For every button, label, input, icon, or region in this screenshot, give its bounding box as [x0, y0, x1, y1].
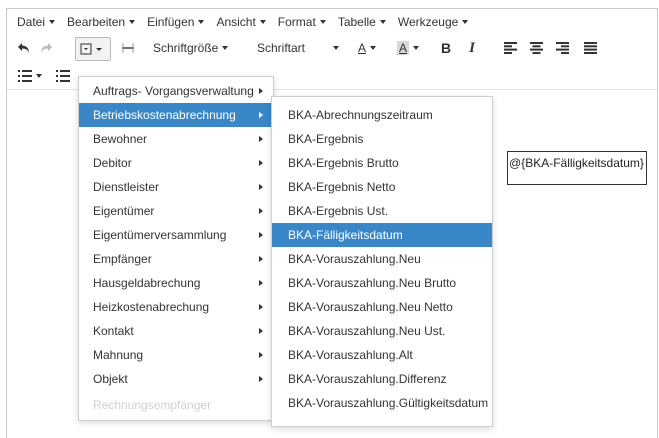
menu-item-label: Auftrags- Vorgangsverwaltung: [93, 84, 254, 98]
menu-item-rechnungsempfaenger[interactable]: Rechnungsempfänger: [79, 393, 273, 417]
menu-item-mahnung[interactable]: Mahnung: [79, 343, 273, 367]
undo-icon: [18, 43, 29, 53]
chevron-right-icon: [259, 280, 263, 286]
menu-item-label: Mahnung: [93, 348, 144, 362]
menu-item-auftrags-vorgangsverwaltung[interactable]: Auftrags- Vorgangsverwaltung: [79, 79, 273, 103]
menu-item-label: Empfänger: [93, 252, 152, 266]
menu-item-bka-ergebnis[interactable]: BKA-Ergebnis: [272, 127, 492, 151]
chevron-right-icon: [259, 328, 263, 334]
menu-item-label: Rechnungsempfänger: [93, 398, 212, 412]
menu-item-dienstleister[interactable]: Dienstleister: [79, 175, 273, 199]
menu-item-bka-vorauszahlung-neu-brutto[interactable]: BKA-Vorauszahlung.Neu Brutto: [272, 271, 492, 295]
text-color-button[interactable]: A: [353, 37, 381, 59]
numbered-list-button[interactable]: [55, 65, 71, 87]
chevron-right-icon: [259, 376, 263, 382]
background-color-button[interactable]: A: [393, 37, 423, 59]
menu-werkzeuge[interactable]: Werkzeuge: [398, 15, 468, 29]
menu-item-bka-vorauszahlung-differenz[interactable]: BKA-Vorauszahlung.Differenz: [272, 367, 492, 391]
menu-item-bka-vorauszahlung-neu-ust[interactable]: BKA-Vorauszahlung.Neu Ust.: [272, 319, 492, 343]
align-justify-icon: [583, 42, 597, 54]
menu-item-label: Eigentümer: [93, 204, 155, 218]
font-size-label: Schriftgröße: [153, 41, 219, 55]
menu-item-objekt[interactable]: Objekt: [79, 367, 273, 391]
menu-item-bka-ergebnis-ust[interactable]: BKA-Ergebnis Ust.: [272, 199, 492, 223]
font-family-select[interactable]: Schriftart: [257, 37, 347, 59]
menu-bearbeiten[interactable]: Bearbeiten: [67, 15, 135, 29]
horizontal-rule-icon: [122, 43, 134, 53]
menu-item-betriebskostenabrechnung[interactable]: Betriebskostenabrechnung: [79, 103, 273, 127]
align-justify-button[interactable]: [581, 37, 599, 59]
bullet-list-button[interactable]: [15, 65, 45, 87]
menu-item-label: Debitor: [93, 156, 132, 170]
menu-item-label: Hausgeldabrechung: [93, 276, 201, 290]
bold-button[interactable]: B: [437, 37, 455, 59]
menu-item-bka-vorauszahlung-neu[interactable]: BKA-Vorauszahlung.Neu: [272, 247, 492, 271]
menu-item-eigentuemerversammlung[interactable]: Eigentümerversammlung: [79, 223, 273, 247]
menu-item-label: Bewohner: [93, 132, 148, 146]
menu-item-bka-ergebnis-netto[interactable]: BKA-Ergebnis Netto: [272, 175, 492, 199]
redo-icon: [41, 43, 52, 53]
chevron-right-icon: [259, 136, 263, 142]
menu-item-label: Objekt: [93, 372, 128, 386]
bullet-list-icon: [18, 70, 32, 82]
menu-item-eigentuemer[interactable]: Eigentümer: [79, 199, 273, 223]
chevron-right-icon: [259, 160, 263, 166]
chevron-down-icon: [329, 41, 339, 55]
menu-tabelle[interactable]: Tabelle: [338, 15, 386, 29]
menu-item-bka-faelligkeitsdatum[interactable]: BKA-Fälligkeitsdatum: [272, 223, 492, 247]
chevron-right-icon: [259, 208, 263, 214]
menu-item-bka-vorauszahlung-alt[interactable]: BKA-Vorauszahlung.Alt: [272, 343, 492, 367]
menu-item-kontakt[interactable]: Kontakt: [79, 319, 273, 343]
align-left-icon: [503, 42, 517, 54]
insert-placeholder-icon: [80, 43, 102, 55]
menu-ansicht[interactable]: Ansicht: [216, 15, 265, 29]
menu-item-label: Dienstleister: [93, 180, 160, 194]
italic-button[interactable]: I: [463, 37, 481, 59]
horizontal-rule-button[interactable]: [119, 37, 137, 59]
redo-button[interactable]: [37, 37, 55, 59]
background-color-icon: A: [396, 41, 409, 55]
placeholder-field[interactable]: @{BKA-Fälligkeitsdatum}: [507, 151, 647, 185]
text-color-icon: A: [357, 41, 366, 55]
menu-item-label: Eigentümerversammlung: [93, 228, 227, 242]
menu-item-hausgeldabrechung[interactable]: Hausgeldabrechung: [79, 271, 273, 295]
font-family-label: Schriftart: [257, 41, 306, 55]
insert-field-menu: Auftrags- Vorgangsverwaltung Betriebskos…: [78, 76, 274, 421]
menu-item-label: Kontakt: [93, 324, 134, 338]
chevron-right-icon: [259, 112, 263, 118]
align-right-icon: [555, 42, 569, 54]
chevron-right-icon: [259, 88, 263, 94]
menu-item-debitor[interactable]: Debitor: [79, 151, 273, 175]
chevron-right-icon: [259, 256, 263, 262]
chevron-right-icon: [259, 304, 263, 310]
menu-item-heizkostenabrechung[interactable]: Heizkostenabrechung: [79, 295, 273, 319]
menu-item-label: Heizkostenabrechung: [93, 300, 210, 314]
menubar: Datei Bearbeiten Einfügen Ansicht Format…: [7, 9, 657, 35]
align-right-button[interactable]: [553, 37, 571, 59]
insert-placeholder-button[interactable]: [75, 37, 111, 61]
menu-item-bka-ergebnis-brutto[interactable]: BKA-Ergebnis Brutto: [272, 151, 492, 175]
align-left-button[interactable]: [501, 37, 519, 59]
numbered-list-icon: [56, 70, 70, 82]
align-center-button[interactable]: [527, 37, 545, 59]
menu-item-label: Betriebskostenabrechnung: [93, 108, 236, 122]
betriebskosten-fields-menu: BKA-Abrechnungszeitraum BKA-Ergebnis BKA…: [271, 96, 493, 427]
menu-datei[interactable]: Datei: [17, 15, 55, 29]
menu-item-bka-abrechnungszeitraum[interactable]: BKA-Abrechnungszeitraum: [272, 103, 492, 127]
chevron-right-icon: [259, 232, 263, 238]
chevron-right-icon: [259, 352, 263, 358]
menu-item-empfaenger[interactable]: Empfänger: [79, 247, 273, 271]
menu-item-bka-vorauszahlung-neu-netto[interactable]: BKA-Vorauszahlung.Neu Netto: [272, 295, 492, 319]
menu-item-bewohner[interactable]: Bewohner: [79, 127, 273, 151]
menu-format[interactable]: Format: [278, 15, 326, 29]
align-center-icon: [529, 42, 543, 54]
font-size-select[interactable]: Schriftgröße: [153, 37, 245, 59]
menu-item-bka-vorauszahlung-gueltigkeitsdatum[interactable]: BKA-Vorauszahlung.Gültigkeitsdatum: [272, 391, 492, 415]
undo-button[interactable]: [15, 37, 33, 59]
chevron-right-icon: [259, 184, 263, 190]
menu-einfuegen[interactable]: Einfügen: [147, 15, 204, 29]
toolbar-row-1: Schriftgröße Schriftart A A B I: [7, 35, 657, 63]
